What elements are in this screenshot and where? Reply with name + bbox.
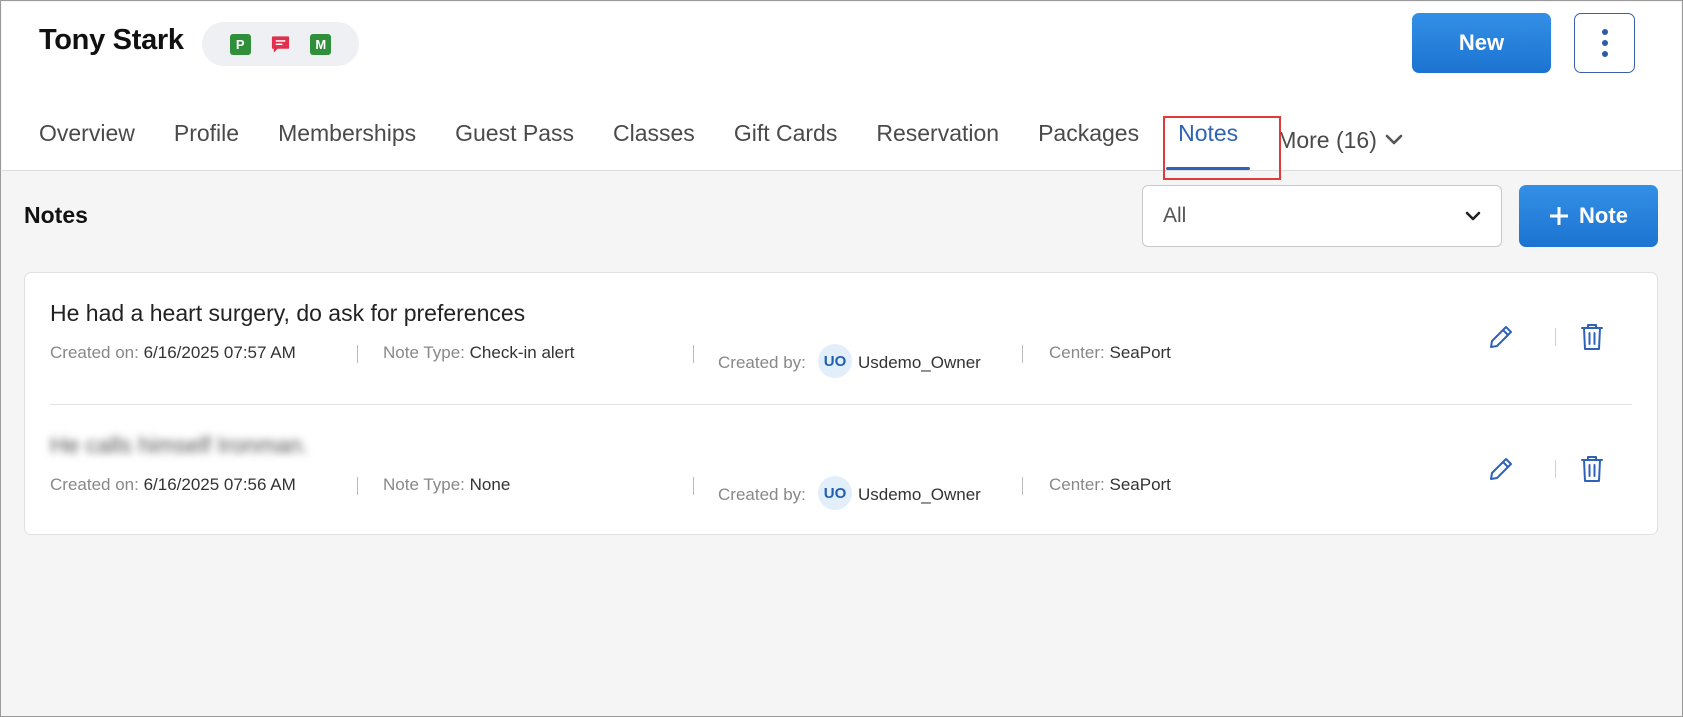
created-on-label: Created on: xyxy=(50,343,139,362)
note-type: Note Type: None xyxy=(383,475,510,495)
created-by-value: Usdemo_Owner xyxy=(858,485,981,505)
trash-icon xyxy=(1581,324,1603,350)
tab-memberships[interactable]: Memberships xyxy=(278,120,416,160)
created-on-value: 6/16/2025 07:57 AM xyxy=(143,343,296,362)
member-badges: P M xyxy=(202,22,359,66)
delete-note-button[interactable] xyxy=(1576,453,1608,485)
created-on-value: 6/16/2025 07:56 AM xyxy=(143,475,296,494)
note-text: He had a heart surgery, do ask for prefe… xyxy=(50,300,526,326)
trash-icon xyxy=(1581,456,1603,482)
filter-value: All xyxy=(1163,204,1187,227)
page-title: Notes xyxy=(24,202,88,228)
member-name: Tony Stark xyxy=(39,24,184,56)
tab-label: More (16) xyxy=(1277,126,1377,153)
center-label: Center: xyxy=(1049,343,1105,362)
note-created-on: Created on: 6/16/2025 07:57 AM xyxy=(50,343,296,363)
tab-highlight-box xyxy=(1163,116,1281,180)
chat-bubble-icon[interactable] xyxy=(270,34,291,55)
member-header: Tony Stark P M New Overview Profile Memb… xyxy=(2,2,1681,171)
tab-profile[interactable]: Profile xyxy=(174,120,239,160)
list-item: He had a heart surgery, do ask for prefe… xyxy=(25,273,1657,405)
note-center: Center: SeaPort xyxy=(1049,475,1171,495)
meta-divider xyxy=(357,345,358,363)
note-type-filter-select[interactable]: All xyxy=(1142,185,1502,247)
action-divider xyxy=(1555,460,1556,478)
delete-note-button[interactable] xyxy=(1576,321,1608,353)
tab-guest-pass[interactable]: Guest Pass xyxy=(455,120,574,160)
center-value: SeaPort xyxy=(1109,475,1171,494)
tab-label: Reservation xyxy=(876,120,1000,146)
meta-divider xyxy=(693,345,694,363)
chevron-down-icon xyxy=(1465,211,1481,221)
chevron-down-icon xyxy=(1385,134,1403,145)
creator-name: Usdemo_Owner xyxy=(858,485,981,504)
new-button[interactable]: New xyxy=(1412,13,1551,73)
note-created-on: Created on: 6/16/2025 07:56 AM xyxy=(50,475,296,495)
note-type: Note Type: Check-in alert xyxy=(383,343,575,363)
edit-note-button[interactable] xyxy=(1485,453,1517,485)
more-actions-button[interactable] xyxy=(1574,13,1635,73)
tab-reservation[interactable]: Reservation xyxy=(876,120,999,160)
pencil-icon xyxy=(1490,458,1512,480)
tab-more[interactable]: More (16) xyxy=(1277,120,1403,160)
center-value: SeaPort xyxy=(1109,343,1171,362)
tab-label: Guest Pass xyxy=(455,120,574,146)
avatar: UO xyxy=(818,476,852,510)
note-type-label: Note Type: xyxy=(383,475,465,494)
edit-note-button[interactable] xyxy=(1485,321,1517,353)
note-type-value: None xyxy=(469,475,511,494)
tab-label: Memberships xyxy=(278,120,417,146)
pencil-icon xyxy=(1490,326,1512,348)
note-text: He calls himself Ironman. xyxy=(50,432,309,458)
app-frame: Tony Stark P M New Overview Profile Memb… xyxy=(0,0,1683,717)
p-badge-icon[interactable]: P xyxy=(229,33,251,55)
plus-icon xyxy=(1550,207,1569,225)
tab-label: Packages xyxy=(1038,120,1140,146)
created-by-label: Created by: xyxy=(718,485,806,504)
avatar: UO xyxy=(818,344,852,378)
note-type-label: Note Type: xyxy=(383,343,465,362)
creator-name: Usdemo_Owner xyxy=(858,353,981,372)
add-note-label: Note xyxy=(1579,203,1628,228)
kebab-menu-icon xyxy=(1601,29,1608,57)
notes-list: He had a heart surgery, do ask for prefe… xyxy=(24,272,1658,535)
meta-divider xyxy=(1022,345,1023,363)
note-center: Center: SeaPort xyxy=(1049,343,1171,363)
tab-label: Gift Cards xyxy=(733,120,838,146)
action-divider xyxy=(1555,328,1556,346)
tab-overview[interactable]: Overview xyxy=(39,120,135,160)
tab-packages[interactable]: Packages xyxy=(1038,120,1139,160)
meta-divider xyxy=(1022,477,1023,495)
tab-label: Profile xyxy=(173,120,240,146)
tab-gift-cards[interactable]: Gift Cards xyxy=(734,120,838,160)
tab-label: Classes xyxy=(613,120,695,146)
add-note-button[interactable]: Note xyxy=(1519,185,1658,247)
created-on-label: Created on: xyxy=(50,475,139,494)
meta-divider xyxy=(357,477,358,495)
center-label: Center: xyxy=(1049,475,1105,494)
meta-divider xyxy=(693,477,694,495)
created-by-label: Created by: xyxy=(718,353,806,372)
tab-label: Overview xyxy=(39,120,135,146)
tab-classes[interactable]: Classes xyxy=(613,120,695,160)
m-badge-icon[interactable]: M xyxy=(310,33,332,55)
note-type-value: Check-in alert xyxy=(469,343,575,362)
created-by-value: Usdemo_Owner xyxy=(858,353,981,373)
list-item: He calls himself Ironman. Created on: 6/… xyxy=(25,405,1657,537)
